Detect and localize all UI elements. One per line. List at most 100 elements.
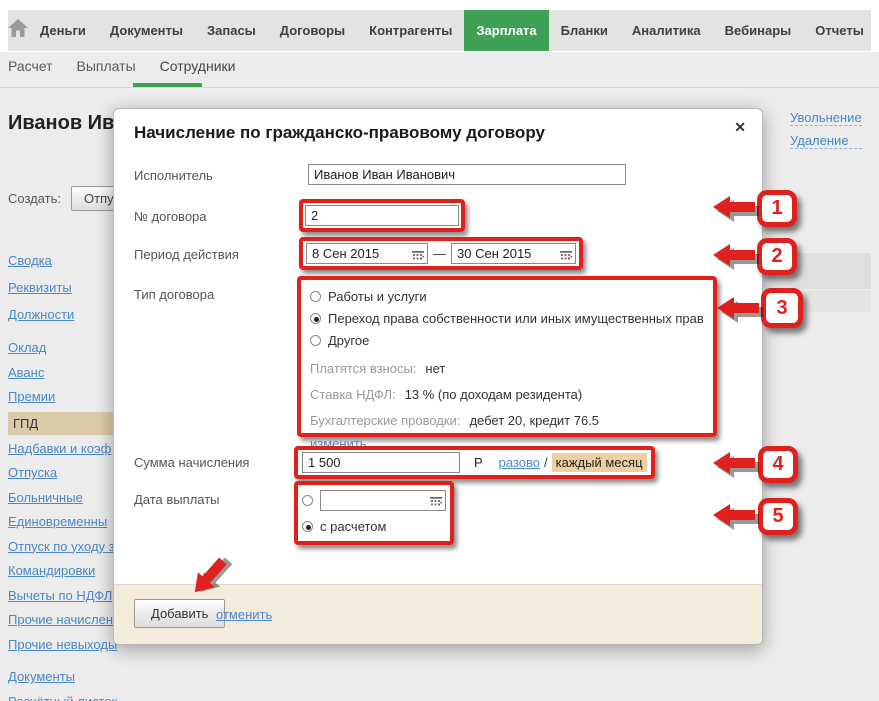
subnav-item-employees[interactable]: Сотрудники [160, 58, 236, 74]
annotation-arrow-2-icon [713, 242, 763, 272]
nav-tab-salary-active[interactable]: Зарплата [464, 10, 549, 51]
sidebar-item-salary[interactable]: Оклад [8, 340, 46, 355]
nav-tab-forms[interactable]: Бланки [549, 10, 620, 51]
annotation-arrow-5-icon [713, 502, 763, 532]
cancel-link[interactable]: отменить [216, 607, 272, 622]
sidebar-item-documents[interactable]: Документы [8, 669, 75, 684]
radio-unchecked-icon[interactable] [310, 334, 321, 346]
radio-checked-icon[interactable] [310, 312, 321, 324]
sidebar-item-other-accruals[interactable]: Прочие начислен [8, 612, 113, 627]
contract-number-label: № договора [134, 209, 207, 224]
contributions-info: Платятся взносы: нет [310, 356, 704, 381]
divider [0, 87, 879, 88]
sidebar-item-bonuses[interactable]: Премии [8, 389, 55, 404]
period-from-field[interactable] [306, 243, 428, 264]
annotation-badge-1: 1 [757, 190, 797, 227]
sidebar-item-sick-leave[interactable]: Больничные [8, 490, 83, 505]
sidebar-item-one-time[interactable]: Единовременны [8, 514, 107, 529]
nav-tab-analytics[interactable]: Аналитика [620, 10, 713, 51]
close-icon[interactable]: ✕ [734, 119, 746, 136]
info-value: дебет 20, кредит 76.5 [469, 413, 600, 428]
sidebar-group: Сводка Реквизиты Должности [8, 247, 116, 328]
sidebar-item-requisites[interactable]: Реквизиты [8, 280, 72, 295]
radio-label: с расчетом [320, 518, 387, 534]
amount-field[interactable] [302, 452, 460, 473]
pay-date-field[interactable] [320, 489, 446, 511]
contract-type-option-works[interactable]: Работы и услуги [310, 285, 704, 307]
sidebar-item-advance[interactable]: Аванс [8, 365, 44, 380]
nav-tab-webinars[interactable]: Вебинары [713, 10, 804, 51]
contract-type-option-other[interactable]: Другое [310, 329, 704, 351]
contract-type-label: Тип договора [134, 287, 215, 302]
contract-type-option-property-transfer[interactable]: Переход права собственности или иных иму… [310, 307, 704, 329]
contract-number-field[interactable] [305, 205, 459, 226]
nav-tab-documents[interactable]: Документы [98, 10, 195, 51]
sidebar: Сводка Реквизиты Должности Оклад Аванс П… [8, 247, 117, 701]
info-label: Бухгалтерские проводки: [310, 413, 461, 428]
nav-tab-money[interactable]: Деньги [28, 10, 98, 51]
sub-navbar: Расчет Выплаты Сотрудники [8, 58, 235, 74]
sidebar-item-other-absences[interactable]: Прочие невыходы [8, 637, 117, 652]
nav-tab-contracts[interactable]: Договоры [268, 10, 357, 51]
option-separator: / [544, 455, 548, 470]
pay-date-label: Дата выплаты [134, 492, 220, 507]
subnav-item-payments[interactable]: Выплаты [77, 58, 136, 74]
annotation-badge-3: 3 [761, 288, 803, 328]
annotation-badge-5: 5 [758, 498, 798, 535]
annotation-arrow-3-icon [717, 295, 767, 325]
nav-tab-reports[interactable]: Отчеты [803, 10, 876, 51]
monthly-option-selected[interactable]: каждый месяц [551, 453, 647, 472]
calendar-icon[interactable] [412, 248, 424, 266]
annotation-box-contract-number [299, 199, 465, 232]
annotation-arrow-1-icon [713, 194, 763, 224]
dismissal-link[interactable]: Увольнение [790, 110, 862, 126]
info-value: 13 % (по доходам резидента) [404, 387, 583, 402]
nav-tab-label: Договоры [279, 23, 346, 38]
nav-tab-stocks[interactable]: Запасы [195, 10, 268, 51]
period-from-wrap [306, 243, 428, 264]
sidebar-item-positions[interactable]: Должности [8, 307, 74, 322]
sidebar-item-vacations[interactable]: Отпуска [8, 465, 57, 480]
calendar-icon[interactable] [430, 495, 442, 510]
pay-date-option-with-calculation[interactable]: с расчетом [302, 513, 386, 539]
nav-tab-label: Запасы [207, 23, 256, 38]
annotation-arrow-4-icon [713, 450, 763, 480]
radio-unchecked-icon[interactable] [310, 290, 321, 302]
sidebar-item-care-leave[interactable]: Отпуск по уходу з [8, 539, 115, 554]
pay-date-option-date[interactable] [302, 487, 446, 513]
nav-tab-label: Бланки [560, 23, 608, 38]
annotation-box-period: — [299, 237, 583, 270]
employee-actions: Увольнение Удаление [790, 110, 862, 149]
add-button[interactable]: Добавить [134, 599, 226, 628]
sidebar-item-business-trips[interactable]: Командировки [8, 563, 95, 578]
executor-label: Исполнитель [134, 168, 213, 183]
executor-field [308, 164, 626, 185]
nav-tab-counterparties[interactable]: Контрагенты [357, 10, 464, 51]
radio-checked-icon[interactable] [302, 520, 313, 532]
sidebar-item-allowances[interactable]: Надбавки и коэф [8, 441, 111, 456]
subnav-item-calculation[interactable]: Расчет [8, 58, 53, 74]
calendar-icon[interactable] [560, 248, 572, 266]
sidebar-item-payslip[interactable]: Расчётный листок [8, 694, 117, 701]
radio-label: Другое [328, 332, 370, 348]
sidebar-item-ndfl-deductions[interactable]: Вычеты по НДФЛ [8, 588, 112, 603]
currency-label: Р [474, 455, 483, 470]
annotation-badge-2: 2 [757, 238, 797, 275]
sidebar-item-gpd-active[interactable]: ГПД [8, 411, 116, 435]
info-value: нет [425, 361, 446, 376]
create-row: Создать: Отпу [8, 186, 127, 211]
deletion-link[interactable]: Удаление [790, 133, 862, 149]
home-button[interactable] [8, 10, 28, 51]
period-to-field[interactable] [451, 243, 576, 264]
period-separator: — [433, 246, 446, 261]
nav-tab-label: Аналитика [631, 23, 701, 38]
annotation-box-pay-date: с расчетом [294, 481, 454, 545]
top-navbar: Деньги Документы Запасы Договоры Контраг… [8, 10, 871, 51]
radio-unchecked-icon[interactable] [302, 494, 313, 506]
nav-tab-label: Зарплата [476, 23, 537, 38]
sidebar-group: Документы Расчётный листок [8, 665, 117, 701]
sidebar-item-summary[interactable]: Сводка [8, 253, 52, 268]
once-option-link[interactable]: разово [499, 455, 540, 470]
accounting-entries-info: Бухгалтерские проводки: дебет 20, кредит… [310, 408, 704, 433]
create-label: Создать: [8, 191, 62, 206]
